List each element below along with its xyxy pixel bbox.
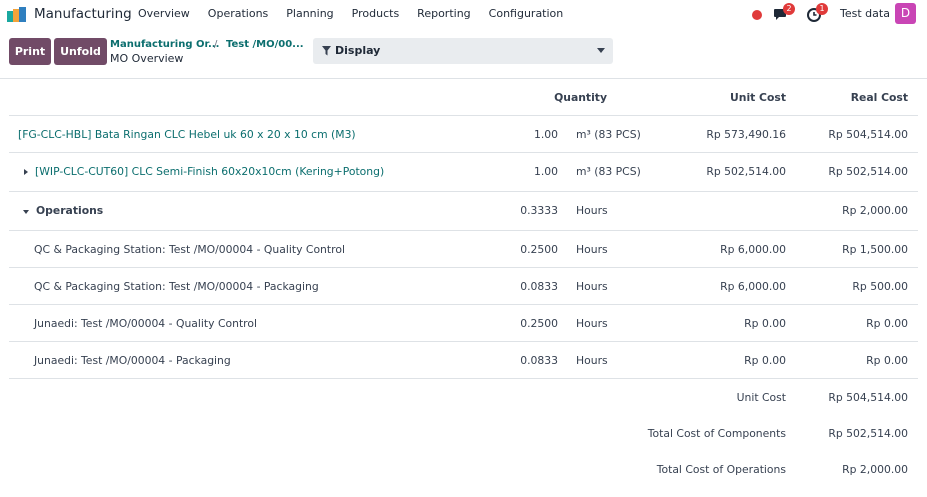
top-navbar: Manufacturing Overview Operations Planni… <box>0 0 927 29</box>
page-title: MO Overview <box>110 52 184 65</box>
user-avatar[interactable]: D <box>895 3 916 24</box>
menu-configuration[interactable]: Configuration <box>489 7 564 20</box>
row-unit-cost: Rp 0.00 <box>744 317 786 330</box>
collapse-caret-icon[interactable] <box>23 210 29 214</box>
row-real-cost: Rp 500.00 <box>852 280 908 293</box>
row-quantity: 0.3333 <box>520 204 558 217</box>
total-value: Rp 504,514.00 <box>828 391 908 404</box>
total-value: Rp 2,000.00 <box>842 463 908 476</box>
operation-name: Junaedi: Test /MO/00004 - Packaging <box>34 354 231 367</box>
row-real-cost: Rp 502,514.00 <box>828 165 908 178</box>
menu-operations[interactable]: Operations <box>208 7 268 20</box>
table-row: QC & Packaging Station: Test /MO/00004 -… <box>9 268 918 305</box>
row-real-cost: Rp 2,000.00 <box>842 204 908 217</box>
menu-planning[interactable]: Planning <box>286 7 333 20</box>
breadcrumb-record[interactable]: Test /MO/00... <box>226 39 304 50</box>
row-uom: m³ (83 PCS) <box>576 165 641 178</box>
row-real-cost: Rp 0.00 <box>866 317 908 330</box>
header-unit-cost: Unit Cost <box>729 91 786 104</box>
table-row: QC & Packaging Station: Test /MO/00004 -… <box>9 231 918 268</box>
table-row: Junaedi: Test /MO/00004 - Packaging 0.08… <box>9 342 918 379</box>
row-quantity: 0.0833 <box>520 354 558 367</box>
total-label: Unit Cost <box>736 391 786 404</box>
app-name[interactable]: Manufacturing <box>34 6 132 22</box>
header-real-cost: Real Cost <box>850 91 908 104</box>
header-quantity: Quantity <box>554 91 607 104</box>
table-header: Quantity Unit Cost Real Cost <box>9 79 918 116</box>
total-label: Total Cost of Operations <box>656 463 786 476</box>
operations-label[interactable]: Operations <box>36 204 103 217</box>
table-row: [FG-CLC-HBL] Bata Ringan CLC Hebel uk 60… <box>9 116 918 153</box>
operation-name: QC & Packaging Station: Test /MO/00004 -… <box>34 243 345 256</box>
row-quantity: 0.2500 <box>520 243 558 256</box>
menu-overview[interactable]: Overview <box>138 7 190 20</box>
company-switcher[interactable]: Test data <box>840 7 890 20</box>
total-row-components: Total Cost of Components Rp 502,514.00 <box>9 415 918 451</box>
chevron-down-icon <box>597 48 605 53</box>
status-dot-icon[interactable] <box>752 10 762 20</box>
row-uom: Hours <box>576 280 608 293</box>
filter-icon <box>322 46 331 56</box>
activities-badge: 1 <box>816 3 828 15</box>
print-button[interactable]: Print <box>9 38 51 65</box>
manufacturing-app-icon[interactable] <box>7 7 26 22</box>
display-dropdown[interactable]: Display <box>313 38 613 64</box>
table-row: Operations 0.3333 Hours Rp 2,000.00 <box>9 192 918 231</box>
row-real-cost: Rp 504,514.00 <box>828 128 908 141</box>
row-uom: m³ (83 PCS) <box>576 128 641 141</box>
table-row: [WIP-CLC-CUT60] CLC Semi-Finish 60x20x10… <box>9 153 918 192</box>
breadcrumb-manufacturing-orders[interactable]: Manufacturing Or... <box>110 39 219 50</box>
total-value: Rp 502,514.00 <box>828 427 908 440</box>
operation-name: QC & Packaging Station: Test /MO/00004 -… <box>34 280 319 293</box>
row-unit-cost: Rp 502,514.00 <box>706 165 786 178</box>
row-quantity: 1.00 <box>533 128 558 141</box>
breadcrumb-separator: / <box>214 39 218 50</box>
row-quantity: 0.2500 <box>520 317 558 330</box>
row-unit-cost: Rp 0.00 <box>744 354 786 367</box>
menu-reporting[interactable]: Reporting <box>417 7 470 20</box>
total-label: Total Cost of Components <box>647 427 786 440</box>
row-quantity: 0.0833 <box>520 280 558 293</box>
total-row-unit-cost: Unit Cost Rp 504,514.00 <box>9 379 918 415</box>
row-uom: Hours <box>576 204 608 217</box>
operation-name: Junaedi: Test /MO/00004 - Quality Contro… <box>34 317 257 330</box>
product-link[interactable]: [FG-CLC-HBL] Bata Ringan CLC Hebel uk 60… <box>18 128 356 141</box>
row-uom: Hours <box>576 354 608 367</box>
component-link[interactable]: [WIP-CLC-CUT60] CLC Semi-Finish 60x20x10… <box>35 165 384 178</box>
messages-badge: 2 <box>783 3 795 15</box>
row-real-cost: Rp 1,500.00 <box>842 243 908 256</box>
display-label: Display <box>335 44 381 57</box>
table-row: Junaedi: Test /MO/00004 - Quality Contro… <box>9 305 918 342</box>
row-unit-cost: Rp 6,000.00 <box>720 243 786 256</box>
total-row-operations: Total Cost of Operations Rp 2,000.00 <box>9 451 918 487</box>
menu-products[interactable]: Products <box>352 7 400 20</box>
unfold-button[interactable]: Unfold <box>54 38 107 65</box>
row-unit-cost: Rp 6,000.00 <box>720 280 786 293</box>
row-unit-cost: Rp 573,490.16 <box>706 128 786 141</box>
main-menu: Overview Operations Planning Products Re… <box>138 7 581 20</box>
row-uom: Hours <box>576 317 608 330</box>
row-real-cost: Rp 0.00 <box>866 354 908 367</box>
row-uom: Hours <box>576 243 608 256</box>
expand-caret-icon[interactable] <box>24 169 28 175</box>
row-quantity: 1.00 <box>533 165 558 178</box>
